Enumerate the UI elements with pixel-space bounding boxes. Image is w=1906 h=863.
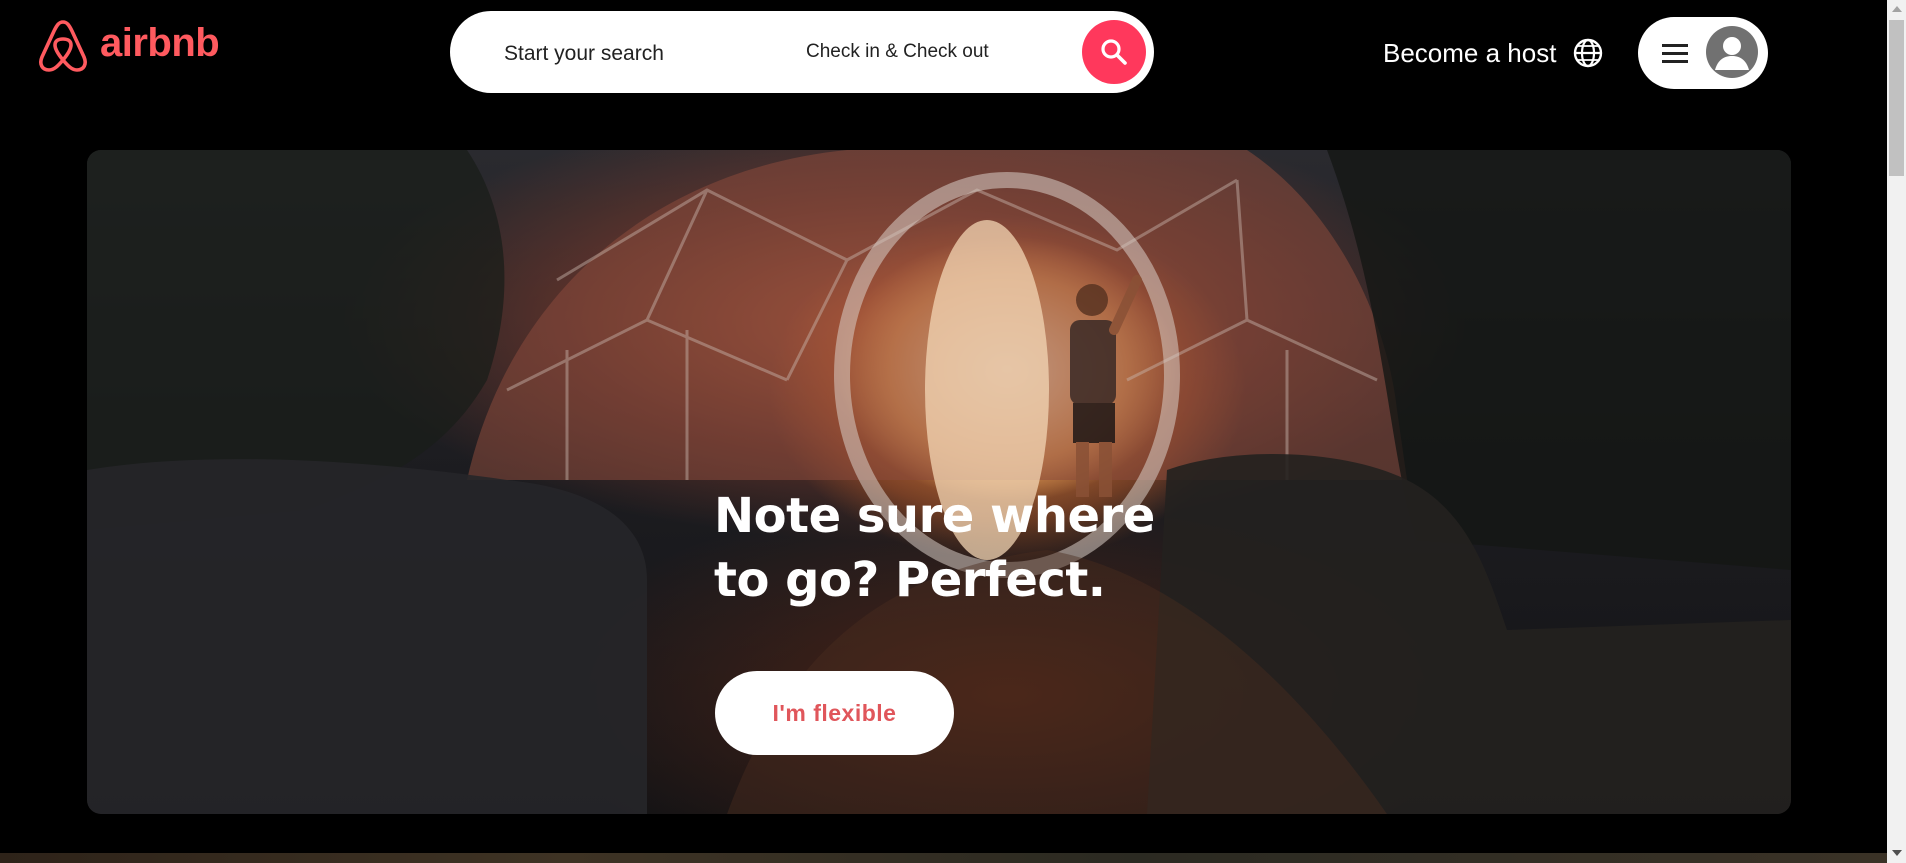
im-flexible-button[interactable]: I'm flexible — [715, 671, 954, 755]
hamburger-menu-icon — [1662, 44, 1688, 63]
search-button[interactable] — [1082, 20, 1146, 84]
hero-banner: Note sure where to go? Perfect. I'm flex… — [87, 150, 1791, 814]
globe-icon[interactable] — [1571, 36, 1605, 70]
scrollbar-thumb[interactable] — [1889, 20, 1904, 176]
vertical-scrollbar[interactable] — [1887, 0, 1906, 863]
dates-field[interactable]: Check in & Check out — [806, 41, 989, 63]
search-bar[interactable]: Start your search Check in & Check out — [450, 11, 1154, 93]
airbnb-logo[interactable]: airbnb — [36, 18, 220, 74]
airbnb-wordmark: airbnb — [100, 20, 220, 65]
hero-title: Note sure where to go? Perfect. — [714, 488, 1155, 608]
search-input[interactable]: Start your search — [504, 42, 664, 66]
scroll-up-arrow-icon[interactable] — [1892, 6, 1902, 12]
next-section-edge — [0, 853, 1887, 863]
become-a-host-link[interactable]: Become a host — [1383, 38, 1556, 69]
user-avatar-icon — [1706, 26, 1758, 78]
user-menu-button[interactable] — [1638, 17, 1768, 89]
airbnb-logo-icon — [39, 20, 87, 72]
search-icon — [1101, 39, 1127, 65]
scroll-down-arrow-icon[interactable] — [1892, 850, 1902, 856]
